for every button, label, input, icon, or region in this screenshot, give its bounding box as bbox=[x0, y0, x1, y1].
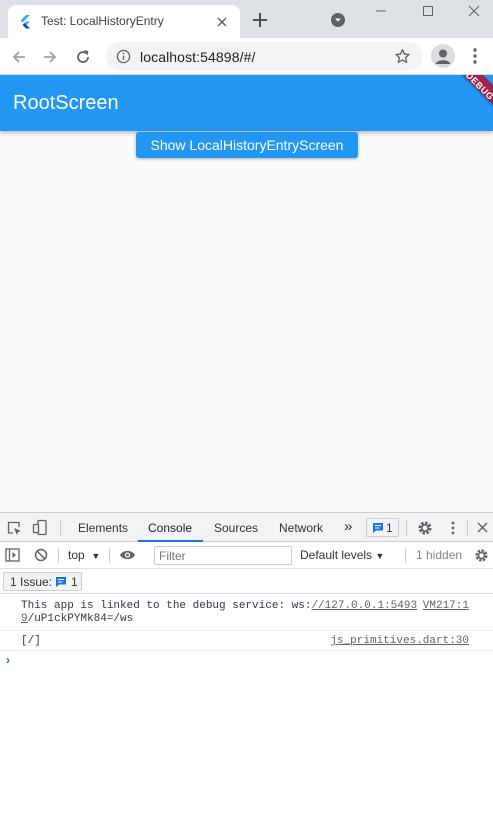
device-toolbar-icon[interactable] bbox=[32, 519, 48, 536]
issues-badge-count: 1 bbox=[386, 521, 393, 535]
flutter-app-viewport: RootScreen DEBUG Show LocalHistoryEntryS… bbox=[0, 75, 493, 512]
debug-service-link[interactable]: //127.0.0.1:5493 bbox=[311, 600, 417, 612]
devtools-tab-bar: Elements Console Sources Network » 1 bbox=[0, 513, 493, 542]
message-icon bbox=[56, 577, 66, 587]
divider bbox=[405, 548, 406, 563]
browser-tab[interactable]: Test: LocalHistoryEntry bbox=[8, 5, 240, 38]
reload-icon[interactable] bbox=[74, 48, 92, 66]
inspect-element-icon[interactable] bbox=[6, 520, 22, 536]
message-source-link[interactable]: js_primitives.dart:30 bbox=[330, 635, 469, 647]
tab-elements[interactable]: Elements bbox=[78, 521, 128, 535]
close-icon[interactable] bbox=[216, 16, 228, 28]
page-title: RootScreen bbox=[13, 92, 119, 114]
issues-button[interactable]: 1 Issue: 1 bbox=[3, 572, 82, 591]
issues-label: 1 Issue: bbox=[10, 575, 53, 589]
maximize-icon[interactable] bbox=[416, 3, 440, 19]
debug-service-link-continued[interactable]: 9 bbox=[21, 613, 28, 625]
console-message: This app is linked to the debug service:… bbox=[0, 595, 493, 631]
minimize-icon[interactable] bbox=[369, 3, 393, 19]
tab-network[interactable]: Network bbox=[279, 521, 323, 535]
message-text-prefix: This app is linked to the debug service:… bbox=[21, 600, 312, 612]
message-icon bbox=[373, 523, 383, 533]
divider bbox=[467, 520, 468, 536]
forward-arrow-icon[interactable] bbox=[41, 48, 59, 66]
console-message: [/] js_primitives.dart:30 bbox=[0, 631, 493, 651]
console-settings-gear-icon[interactable] bbox=[474, 548, 489, 563]
message-source-link[interactable]: VM217:1 bbox=[423, 600, 469, 612]
browser-toolbar: localhost:54898/#/ bbox=[0, 38, 493, 75]
gear-icon[interactable] bbox=[417, 520, 433, 536]
bookmark-star-icon[interactable] bbox=[394, 48, 411, 65]
issues-count: 1 bbox=[71, 575, 78, 589]
window-close-icon[interactable] bbox=[462, 3, 486, 19]
show-local-history-entry-screen-button[interactable]: Show LocalHistoryEntryScreen bbox=[136, 132, 358, 158]
tab-sources[interactable]: Sources bbox=[214, 521, 258, 535]
info-icon[interactable] bbox=[116, 49, 131, 64]
console-message-text-continued: 9/uP1ckPYMk84=/ws bbox=[21, 613, 133, 626]
address-bar[interactable]: localhost:54898/#/ bbox=[106, 42, 423, 71]
eye-icon[interactable] bbox=[119, 549, 136, 561]
divider bbox=[109, 548, 110, 563]
back-arrow-icon[interactable] bbox=[10, 48, 28, 66]
hidden-messages-count: 1 hidden bbox=[416, 548, 463, 562]
tab-search-icon[interactable] bbox=[331, 13, 345, 27]
console-prompt-chevron-icon[interactable]: › bbox=[6, 653, 10, 667]
issues-badge[interactable]: 1 bbox=[366, 518, 399, 537]
more-tabs-chevron-icon[interactable]: » bbox=[344, 518, 352, 535]
url-text: localhost:54898/#/ bbox=[140, 49, 256, 65]
divider bbox=[406, 520, 407, 536]
devtools-panel: Elements Console Sources Network » 1 top… bbox=[0, 512, 493, 813]
message-text-suffix: /uP1ckPYMk84=/ws bbox=[27, 613, 134, 625]
issues-bar: 1 Issue: 1 bbox=[0, 569, 493, 594]
dropdown-arrow-icon: ▼ bbox=[91, 551, 101, 561]
console-toolbar: top ▼ Default levels ▼ 1 hidden bbox=[0, 542, 493, 569]
tab-title: Test: LocalHistoryEntry bbox=[41, 14, 164, 28]
browser-menu-icon[interactable] bbox=[468, 47, 482, 65]
filter-input[interactable] bbox=[154, 546, 292, 565]
new-tab-plus-icon[interactable] bbox=[251, 11, 269, 29]
context-select[interactable]: top ▼ bbox=[68, 548, 100, 562]
more-options-icon[interactable] bbox=[447, 520, 459, 536]
console-message-text: [/] bbox=[21, 635, 41, 647]
app-bar: RootScreen bbox=[0, 75, 493, 131]
dropdown-arrow-icon: ▼ bbox=[375, 551, 385, 561]
show-sidebar-icon[interactable] bbox=[5, 548, 20, 562]
divider bbox=[60, 520, 61, 536]
log-levels-value: Default levels bbox=[300, 548, 373, 562]
divider bbox=[58, 548, 59, 563]
context-select-value: top bbox=[68, 548, 85, 562]
clear-console-icon[interactable] bbox=[34, 548, 48, 562]
flutter-logo-icon bbox=[20, 15, 30, 29]
tab-console[interactable]: Console bbox=[148, 521, 192, 535]
browser-tab-strip: Test: LocalHistoryEntry bbox=[0, 0, 493, 38]
profile-avatar-icon[interactable] bbox=[431, 44, 455, 68]
log-levels-select[interactable]: Default levels ▼ bbox=[300, 548, 384, 562]
close-devtools-icon[interactable] bbox=[476, 521, 489, 534]
console-message-text: This app is linked to the debug service:… bbox=[21, 600, 417, 613]
